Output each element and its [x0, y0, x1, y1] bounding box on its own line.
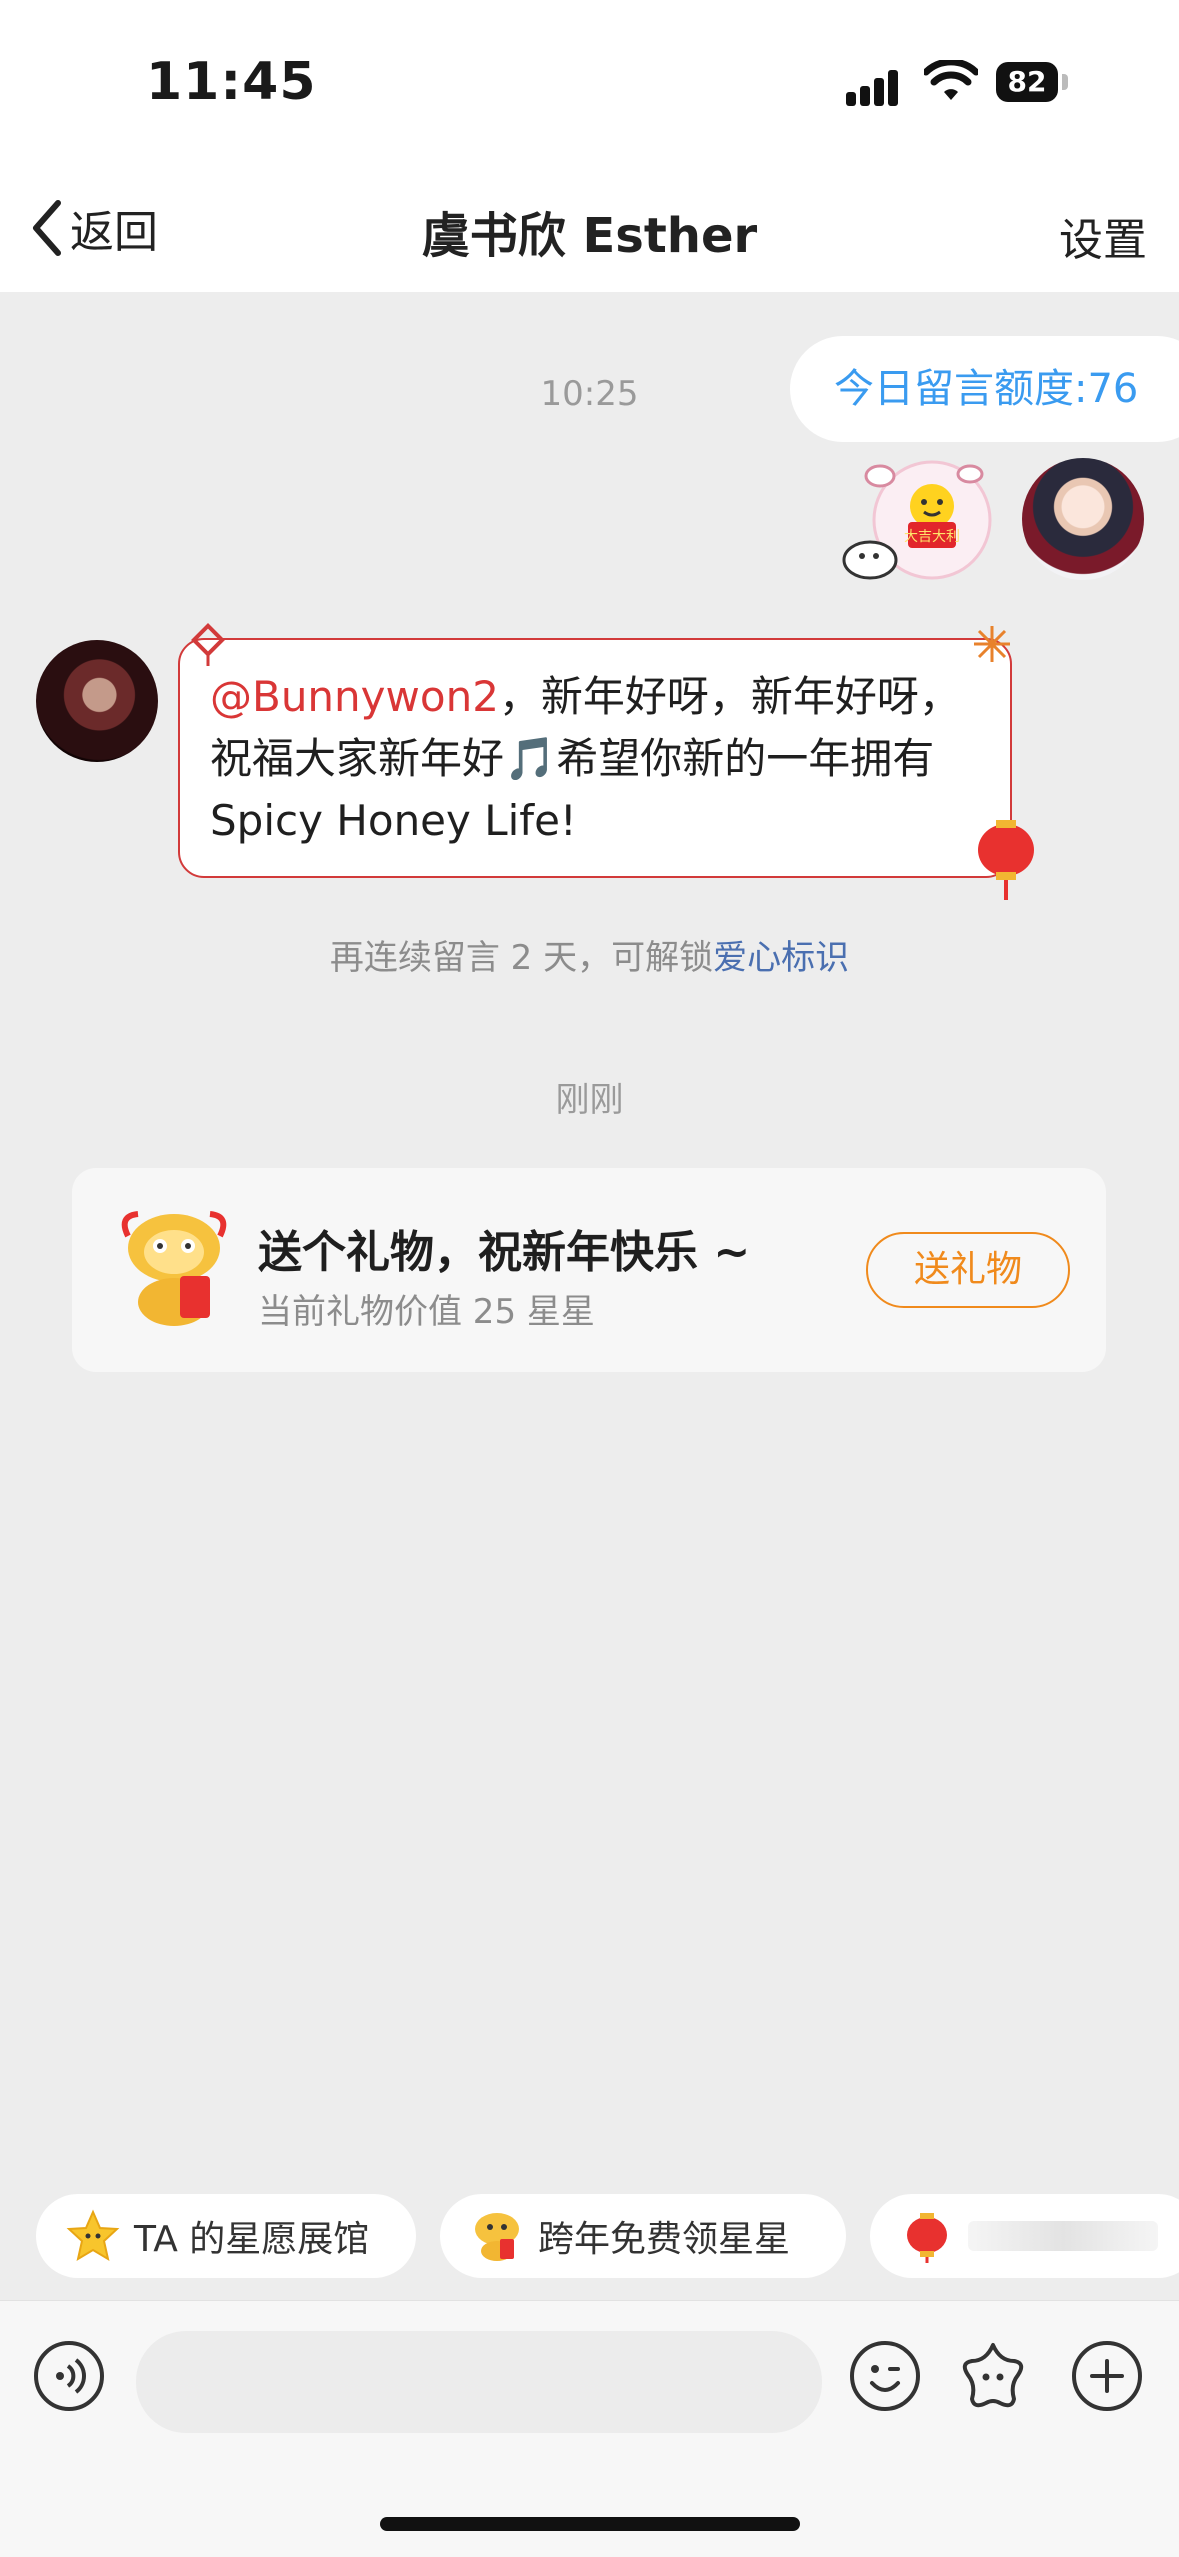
chip-wish-gallery-label: TA 的星愿展馆	[134, 2219, 370, 2260]
heart-badge-link[interactable]: 爱心标识	[713, 938, 849, 978]
mention-link[interactable]: @Bunnywon2	[210, 672, 499, 721]
streak-hint-text: 再连续留言 2 天，可解锁	[329, 938, 714, 978]
chip-free-stars-label: 跨年免费领星星	[538, 2219, 791, 2260]
send-gift-button[interactable]: 送礼物	[866, 1232, 1070, 1308]
chip-wish-gallery[interactable]: TA 的星愿展馆	[36, 2194, 416, 2278]
battery-tip	[1062, 74, 1068, 90]
lantern-decoration-icon	[978, 820, 1034, 900]
emoji-icon[interactable]	[848, 2339, 922, 2413]
cellular-signal-icon	[846, 66, 906, 106]
plus-icon[interactable]	[1070, 2339, 1144, 2413]
streak-hint: 再连续留言 2 天，可解锁爱心标识	[0, 930, 1179, 979]
lantern-icon	[907, 2213, 947, 2263]
message-timestamp-2: 刚刚	[555, 1080, 624, 1120]
lion-dance-gift-icon	[121, 1211, 227, 1326]
status-time: 11:45	[146, 52, 317, 112]
message-input[interactable]	[136, 2331, 822, 2433]
wifi-icon	[924, 60, 978, 100]
input-bar	[0, 2300, 1179, 2557]
chinese-knot-icon	[191, 623, 225, 666]
my-avatar[interactable]	[1022, 458, 1144, 580]
home-indicator	[380, 2517, 800, 2531]
chip-lantern-label	[968, 2221, 1158, 2251]
sticker-text: 大吉大利	[904, 529, 960, 545]
gift-card[interactable]: 送个礼物，祝新年快乐 ~ 当前礼物价值 25 星星 送礼物	[72, 1168, 1106, 1372]
chip-lantern[interactable]	[870, 2194, 1179, 2278]
page-title: 虞书欣 Esther	[421, 208, 758, 264]
top-bar: 11:45 82 返回 虞书欣 Esther 设置	[0, 0, 1179, 292]
message-bubble[interactable]: @Bunnywon2，新年好呀，新年好呀，祝福大家新年好🎵希望你新的一年拥有 S…	[178, 638, 1012, 878]
gift-card-title: 送个礼物，祝新年快乐 ~	[258, 1227, 751, 1278]
star-gift-icon[interactable]	[956, 2339, 1030, 2413]
chip-free-stars[interactable]: 跨年免费领星星	[440, 2194, 846, 2278]
firework-icon	[974, 626, 1010, 662]
sticker-image[interactable]: 大吉大利	[840, 456, 1000, 586]
gift-card-subtitle: 当前礼物价值 25 星星	[258, 1292, 595, 1332]
voice-icon[interactable]	[32, 2339, 106, 2413]
lion-dance-icon	[475, 2213, 519, 2261]
settings-button[interactable]: 设置	[1059, 204, 1147, 268]
sender-avatar[interactable]	[36, 640, 158, 762]
daily-quota-badge[interactable]: 今日留言额度:76	[790, 336, 1179, 442]
star-face-icon	[66, 2209, 120, 2262]
battery-indicator: 82	[996, 62, 1058, 102]
